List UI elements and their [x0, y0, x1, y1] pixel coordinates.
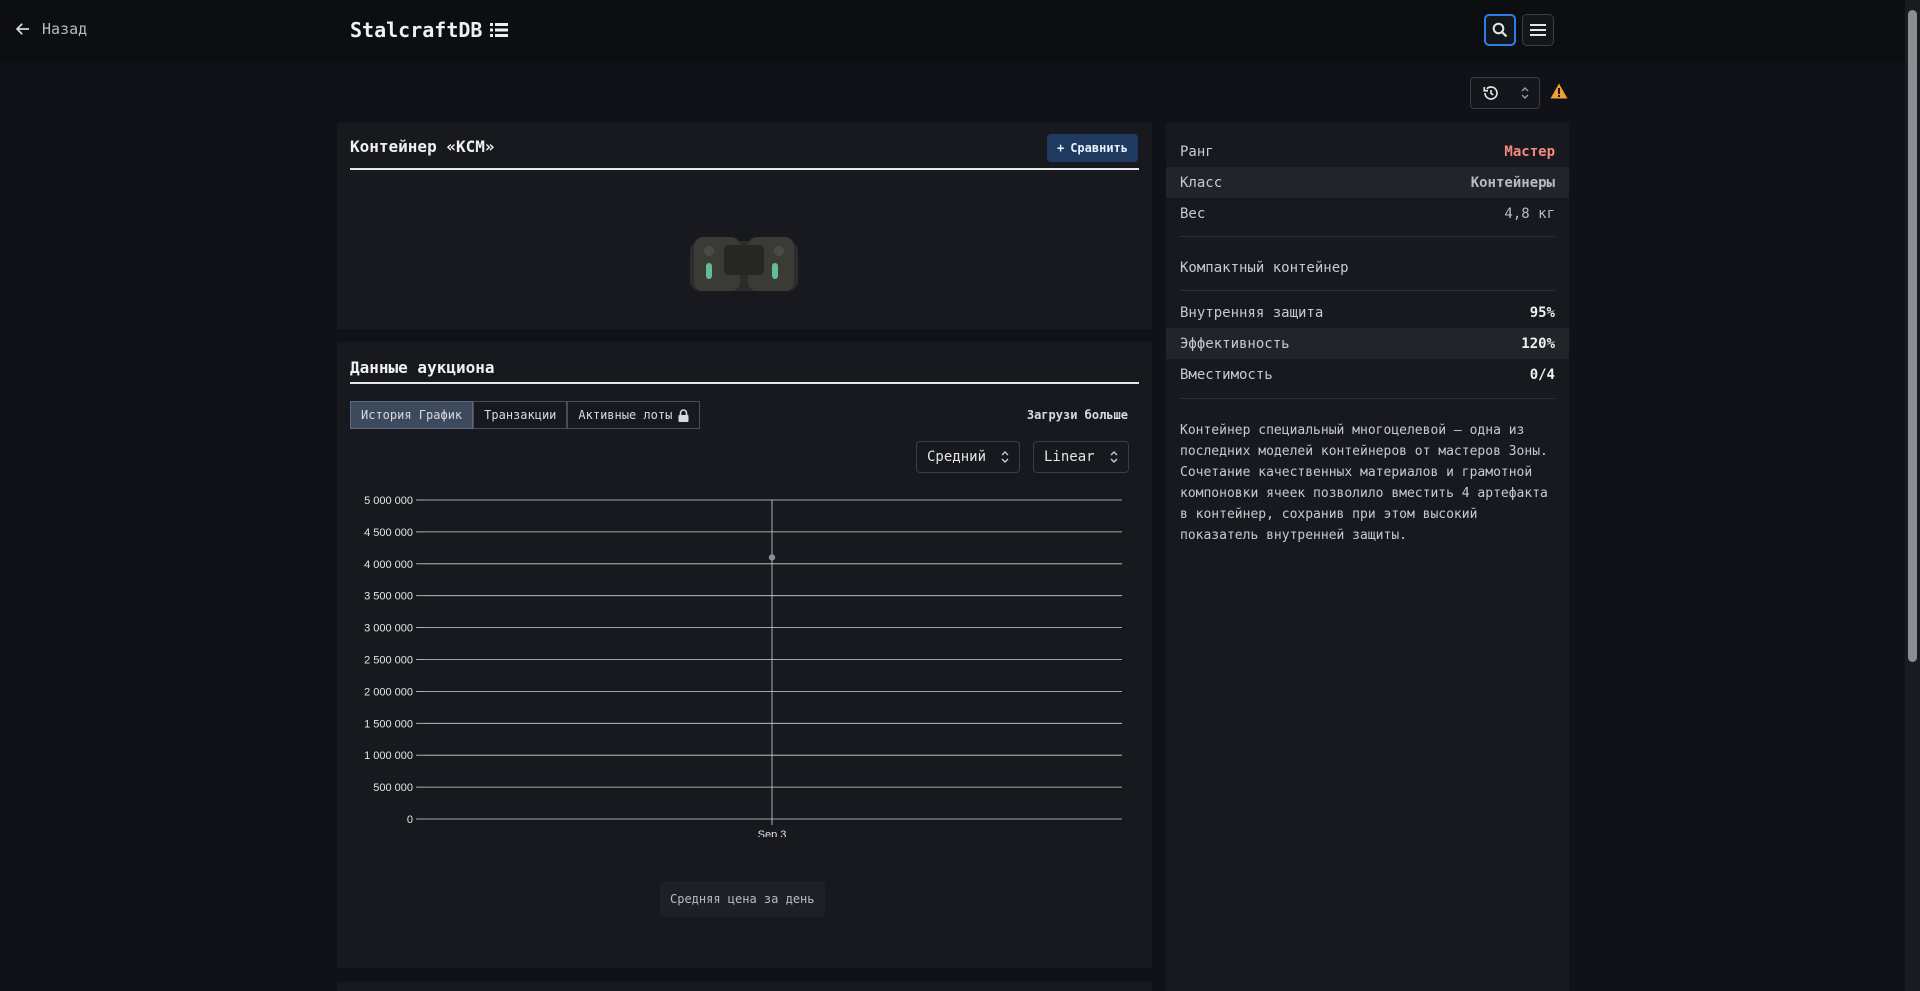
- auction-card: Данные аукциона История График Транзакци…: [337, 342, 1152, 968]
- title-divider: [350, 168, 1139, 170]
- chart-caption[interactable]: Средняя цена за день: [660, 881, 825, 917]
- data-point: [768, 554, 776, 561]
- x-tick-label: Sep 3: [758, 829, 787, 837]
- load-more-link[interactable]: Загрузи больше: [1027, 408, 1128, 422]
- menu-button[interactable]: [1522, 14, 1554, 46]
- brand-title: StalcraftDB: [350, 18, 483, 42]
- chevron-updown-icon: [1110, 451, 1118, 463]
- search-icon: [1492, 22, 1508, 38]
- arrow-left-icon: [15, 23, 29, 35]
- tab-active-lots[interactable]: Активные лоты: [567, 401, 701, 429]
- search-button[interactable]: [1484, 14, 1516, 46]
- stat-label: Вместимость: [1180, 366, 1273, 383]
- auction-tabs: История График Транзакции Активные лоты: [350, 401, 701, 429]
- y-tick-label: 3 500 000: [364, 591, 413, 603]
- average-select-value: Средний: [927, 449, 987, 465]
- stat-value: Контейнеры: [1470, 174, 1555, 191]
- stat-label: Внутренняя защита: [1180, 304, 1324, 321]
- auction-divider: [350, 382, 1139, 384]
- stat-row-weight: Вес 4,8 кг: [1166, 198, 1569, 229]
- divider: [1180, 398, 1555, 399]
- warning-icon[interactable]: [1550, 83, 1568, 103]
- y-tick-label: 500 000: [373, 782, 413, 794]
- tab-transactions[interactable]: Транзакции: [473, 401, 568, 429]
- history-icon: [1482, 86, 1498, 100]
- tab-history-chart[interactable]: История График: [350, 401, 474, 429]
- y-tick-label: 4 500 000: [364, 527, 413, 539]
- item-card: Контейнер «КСМ» + Сравнить: [337, 123, 1152, 329]
- stat-row-rank: Ранг Мастер: [1166, 136, 1569, 167]
- stat-label: Класс: [1180, 174, 1223, 191]
- stat-row-efficiency: Эффективность 120%: [1166, 328, 1569, 359]
- compare-button[interactable]: + Сравнить: [1046, 134, 1138, 162]
- y-tick-label: 1 000 000: [364, 750, 413, 762]
- next-card: [337, 982, 1152, 991]
- stat-value: Мастер: [1504, 143, 1555, 160]
- y-tick-label: 2 500 000: [364, 655, 413, 667]
- stat-label: Вес: [1180, 205, 1206, 222]
- history-select[interactable]: [1470, 77, 1540, 109]
- back-button[interactable]: Назад: [14, 20, 87, 38]
- average-select[interactable]: Средний: [916, 441, 1020, 473]
- divider: [1180, 290, 1555, 291]
- stat-row-capacity: Вместимость 0/4: [1166, 359, 1569, 390]
- item-subtype: Компактный контейнер: [1180, 260, 1349, 276]
- stat-value: 95%: [1529, 304, 1555, 321]
- auction-title: Данные аукциона: [350, 358, 495, 377]
- stat-value: 120%: [1521, 335, 1555, 352]
- stat-row-protection: Внутренняя защита 95%: [1166, 297, 1569, 328]
- menu-icon: [1530, 24, 1546, 36]
- item-title: Контейнер «КСМ»: [350, 137, 495, 156]
- y-tick-label: 1 500 000: [364, 718, 413, 730]
- stat-value: 4,8 кг: [1504, 205, 1555, 222]
- chevron-updown-icon: [1521, 87, 1528, 99]
- y-tick-label: 4 000 000: [364, 559, 413, 571]
- stats-panel: Ранг Мастер Класс Контейнеры Вес 4,8 кг …: [1166, 123, 1569, 991]
- tab-label: Транзакции: [484, 408, 557, 422]
- compare-label: Сравнить: [1070, 141, 1128, 155]
- plus-icon: +: [1056, 141, 1065, 155]
- tab-label: Активные лоты: [578, 408, 673, 422]
- top-bar: Назад StalcraftDB: [0, 0, 1905, 63]
- y-tick-label: 0: [407, 814, 413, 826]
- price-chart[interactable]: 0 500 000 1 000 000 1 500 000 2 000 000 2 500…: [337, 477, 1152, 837]
- brand-link[interactable]: StalcraftDB: [350, 18, 509, 42]
- stat-label: Эффективность: [1180, 335, 1290, 352]
- stat-row-class: Класс Контейнеры: [1166, 167, 1569, 198]
- chevron-updown-icon: [1001, 451, 1009, 463]
- y-tick-label: 3 000 000: [364, 623, 413, 635]
- scrollbar-thumb[interactable]: [1908, 10, 1917, 662]
- y-tick-label: 2 000 000: [364, 686, 413, 698]
- scale-select[interactable]: Linear: [1033, 441, 1129, 473]
- item-description: Контейнер специальный многоцелевой – одн…: [1180, 423, 1548, 543]
- scale-select-value: Linear: [1044, 449, 1095, 465]
- stat-label: Ранг: [1180, 143, 1214, 160]
- y-tick-label: 5 000 000: [364, 495, 413, 507]
- divider: [1180, 236, 1555, 237]
- tab-label: История График: [361, 408, 463, 422]
- item-image: [690, 237, 798, 291]
- list-icon: [490, 23, 509, 37]
- page-scrollbar[interactable]: [1905, 0, 1920, 991]
- lock-icon: [678, 408, 689, 422]
- back-label: Назад: [42, 20, 88, 38]
- stat-value: 0/4: [1529, 366, 1555, 383]
